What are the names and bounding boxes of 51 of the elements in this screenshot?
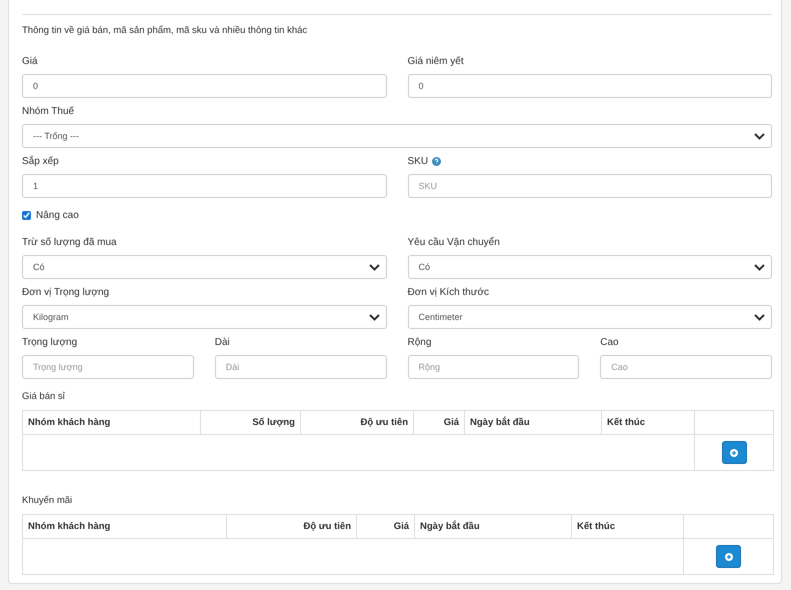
input-field[interactable]: Cao xyxy=(600,355,772,379)
field-label: Yêu cầu Vận chuyển xyxy=(408,236,500,248)
plus-circle-icon xyxy=(724,552,732,560)
dropdown[interactable]: --- Trống --- xyxy=(22,124,772,148)
field-label: Nhóm Thuế xyxy=(22,106,74,116)
chevron-down-icon xyxy=(754,264,765,270)
column-header: Giá xyxy=(394,521,409,532)
chevron-down-icon xyxy=(754,314,765,320)
checkbox-label: Nâng cao xyxy=(36,210,79,221)
input-field[interactable]: 0 xyxy=(22,74,386,98)
column-header: Độ ưu tiên xyxy=(360,417,408,428)
table-title: Khuyến mãi xyxy=(22,495,74,506)
field-label: Trừ số lượng đã mua xyxy=(22,236,117,248)
add-button[interactable] xyxy=(722,441,746,464)
field-label: Dài xyxy=(214,336,230,348)
field-label: Cao xyxy=(600,336,619,348)
column-header: Nhóm khách hàng xyxy=(28,417,110,428)
input-field[interactable]: SKU xyxy=(408,174,772,198)
add-button[interactable] xyxy=(716,545,741,568)
advanced-checkbox[interactable] xyxy=(22,211,31,220)
column-header: Kết thúc xyxy=(607,417,645,428)
column-header: Kết thúc xyxy=(577,521,615,532)
section-description: Thông tin về giá bán, mã sản phẩm, mã sku và nhiều thông tin khác xyxy=(22,25,308,36)
field-label: Trọng lượng xyxy=(22,336,78,348)
field-label: Sắp xếp xyxy=(22,156,59,166)
dropdown[interactable]: Kilogram xyxy=(22,305,386,329)
dropdown[interactable]: Centimeter xyxy=(408,305,772,329)
dropdown[interactable]: Có xyxy=(22,255,386,279)
field-label: Rộng xyxy=(408,336,432,348)
input-field[interactable]: 1 xyxy=(22,174,386,198)
column-header: Độ ưu tiên xyxy=(303,521,351,532)
field-label: Giá niêm yết xyxy=(408,56,464,66)
chevron-down-icon xyxy=(754,132,765,140)
field-label: Giá xyxy=(22,56,38,66)
field-label: SKU xyxy=(408,156,428,166)
table-title: Giá bán sỉ xyxy=(22,391,66,402)
column-header: Giá xyxy=(444,417,459,428)
column-header: Nhóm khách hàng xyxy=(28,521,110,532)
field-label: Đơn vị Trọng lượng xyxy=(22,286,110,298)
column-header: Số lượng xyxy=(252,417,295,428)
dropdown[interactable]: Có xyxy=(408,255,772,279)
chevron-down-icon xyxy=(368,314,380,320)
chevron-down-icon xyxy=(368,264,380,270)
plus-circle-icon xyxy=(730,448,738,456)
input-field[interactable]: Dài xyxy=(214,355,386,379)
column-header: Ngày bắt đầu xyxy=(420,521,480,532)
column-header: Ngày bắt đầu xyxy=(470,417,530,428)
field-label: Đơn vị Kích thước xyxy=(408,286,489,298)
input-field[interactable]: 0 xyxy=(408,74,772,98)
input-field[interactable]: Rộng xyxy=(408,355,580,379)
input-field[interactable]: Trọng lượng xyxy=(22,355,194,379)
